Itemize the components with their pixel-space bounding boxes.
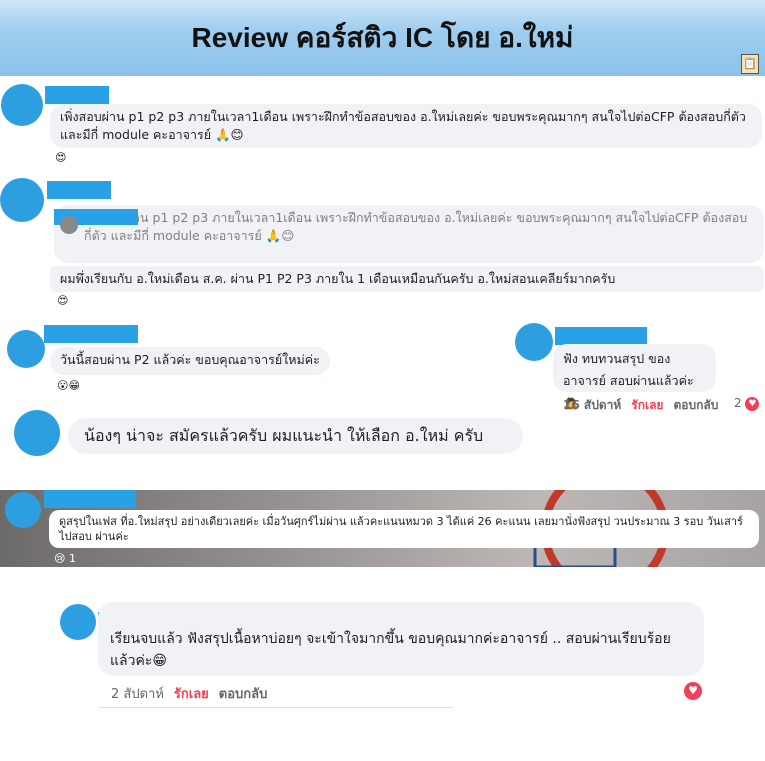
comment-bubble: เรียนจบแล้ว ฟังสรุปเนื้อหาบ่อยๆ จะเข้าใจ… <box>98 602 704 676</box>
comment-meta: 16 สัปดาห์ รักเลย ตอบกลับ <box>563 396 718 415</box>
reaction-badge[interactable]: 😢 1 <box>54 552 76 565</box>
reaction-count-number: 1 <box>68 552 76 565</box>
avatar <box>0 178 44 222</box>
quoted-comment: เพิ่งสอบผ่าน p1 p2 p3 ภายในเวลา1เดือน เพ… <box>54 205 764 263</box>
clipboard-icon[interactable]: 📋 <box>741 54 759 74</box>
timestamp: 2 สัปดาห์ <box>111 687 164 702</box>
timestamp: 16 สัปดาห์ <box>563 398 622 412</box>
comment-bubble: วันนี้สอบผ่าน P2 แล้วค่ะ ขอบคุณอาจารย์ให… <box>50 347 330 375</box>
avatar <box>515 323 553 361</box>
redacted-name <box>47 181 111 199</box>
quote-avatar <box>60 216 78 234</box>
redacted-name <box>44 490 136 508</box>
comment-bubble: น้องๆ น่าจะ สมัครแล้วครับ ผมแนะนำ ให้เลื… <box>68 418 523 454</box>
love-button[interactable]: รักเลย <box>174 687 209 702</box>
comment-bubble: ผมพึ่งเรียนกับ อ.ใหม่เดือน ส.ค. ผ่าน P1 … <box>50 266 764 292</box>
redacted-name <box>45 86 109 104</box>
comment-bubble: ฟัง ทบทวนสรุป ของอาจารย์ สอบผ่านแล้วค่ะ🙇 <box>553 344 716 410</box>
reaction-icon[interactable]: 😍 <box>55 151 66 164</box>
reply-button[interactable]: ตอบกลับ <box>219 687 268 702</box>
reaction-count: 2 ♥ <box>734 396 760 411</box>
avatar <box>14 410 60 456</box>
avatar <box>60 604 96 640</box>
reaction-count-number: 2 <box>734 396 742 410</box>
redacted-name <box>44 325 138 343</box>
avatar <box>5 492 41 528</box>
heart-reaction: ♥ <box>684 682 702 700</box>
comment-bubble: ดูสรุปในเฟส ที่อ.ใหม่สรุป อย่างเดียวเลยค… <box>49 510 759 548</box>
heart-icon[interactable]: ♥ <box>745 396 760 411</box>
comment-bubble: เพิ่งสอบผ่าน p1 p2 p3 ภายในเวลา1เดือน เพ… <box>50 104 762 148</box>
love-button[interactable]: รักเลย <box>631 398 663 412</box>
reaction-icon[interactable]: 😍 <box>57 294 68 307</box>
page-header: Review คอร์สติว IC โดย อ.ใหม่ 📋 <box>0 0 765 76</box>
avatar <box>1 84 43 126</box>
redacted-name <box>555 327 647 345</box>
divider <box>99 707 453 708</box>
page-title: Review คอร์สติว IC โดย อ.ใหม่ <box>191 22 574 53</box>
reaction-icon[interactable]: 😮😁 <box>57 379 80 392</box>
comment-meta: 2 สัปดาห์ รักเลย ตอบกลับ <box>111 683 267 704</box>
avatar <box>7 330 45 368</box>
reply-button[interactable]: ตอบกลับ <box>673 398 718 412</box>
heart-icon[interactable]: ♥ <box>684 682 702 700</box>
